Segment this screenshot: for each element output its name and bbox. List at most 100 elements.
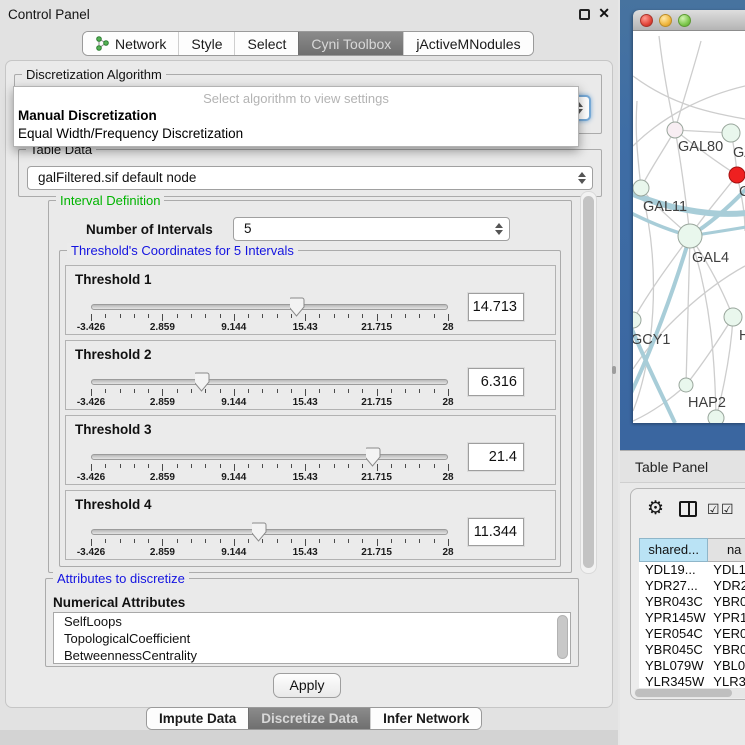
table-cell: YPR145W (639, 610, 708, 626)
network-view[interactable]: GAL80GACGAL11GAL4GCY1HHAP2 (633, 31, 745, 423)
table-row[interactable]: YER054CYER0 (639, 626, 745, 642)
table-row[interactable]: YDR27...YDR2 (639, 578, 745, 594)
attribute-item-betweennesscentrality[interactable]: BetweennessCentrality (54, 647, 570, 664)
slider-tick (419, 314, 420, 318)
threshold-value-field[interactable]: 6.316 (468, 368, 524, 396)
node-label-gal11: GAL11 (643, 199, 687, 215)
slider-tick-label: -3.426 (77, 472, 105, 483)
slider-tick-label: -3.426 (77, 322, 105, 333)
zoom-traffic-light-icon[interactable] (678, 14, 691, 27)
network-node[interactable] (724, 308, 742, 326)
slider-tick (419, 389, 420, 393)
tab-style[interactable]: Style (178, 32, 234, 55)
slider-tick (391, 539, 392, 543)
slider-tick (220, 389, 221, 393)
bottom-tab-label: Impute Data (159, 711, 236, 726)
column-header-1[interactable]: shared... (639, 538, 708, 562)
table-hscrollbar-thumb[interactable] (635, 689, 732, 697)
table-row[interactable]: YBR043CYBR0 (639, 594, 745, 610)
network-node[interactable] (633, 180, 649, 196)
tab-label: Cyni Toolbox (311, 36, 391, 52)
network-node[interactable] (679, 378, 693, 392)
slider-tick-label: 15.43 (293, 397, 318, 408)
table-hscrollbar[interactable] (634, 688, 745, 698)
node-table[interactable]: shared...na YDL19...YDL1YDR27...YDR2YBR0… (639, 538, 745, 688)
table-panel-header: Table Panel (620, 450, 745, 483)
bottom-tab-discretize-data[interactable]: Discretize Data (248, 708, 370, 729)
slider-tick-label: 28 (442, 322, 453, 333)
attribute-item-topologicalcoefficient[interactable]: TopologicalCoefficient (54, 630, 570, 647)
float-window-icon[interactable] (579, 9, 590, 20)
slider-tick (177, 539, 178, 543)
slider-tick-label: 15.43 (293, 322, 318, 333)
attributes-scrollbar-thumb[interactable] (557, 615, 568, 659)
slider-handle[interactable] (252, 522, 267, 542)
close-traffic-light-icon[interactable] (640, 14, 653, 27)
settings-scrollbar[interactable] (580, 191, 597, 574)
threshold-slider[interactable]: -3.4262.8599.14415.4321.71528 (91, 266, 448, 336)
popup-item-equal-width-frequency-discretization[interactable]: Equal Width/Frequency Discretization (18, 126, 243, 141)
network-node[interactable] (708, 410, 724, 423)
network-node[interactable] (729, 167, 745, 183)
column-header-2[interactable]: na (708, 538, 745, 562)
table-cell: YBR045C (639, 642, 708, 658)
network-node[interactable] (667, 122, 683, 138)
slider-tick (91, 539, 92, 546)
table-row[interactable]: YDL19...YDL1 (639, 562, 745, 578)
network-node[interactable] (722, 124, 740, 142)
attribute-item-selfloops[interactable]: SelfLoops (54, 613, 570, 630)
network-node[interactable] (633, 312, 641, 328)
threshold-slider[interactable]: -3.4262.8599.14415.4321.71528 (91, 416, 448, 486)
network-node[interactable] (678, 224, 702, 248)
slider-handle[interactable] (195, 372, 210, 392)
threshold-slider[interactable]: -3.4262.8599.14415.4321.71528 (91, 491, 448, 561)
slider-tick-label: -3.426 (77, 397, 105, 408)
slider-tick (334, 314, 335, 318)
slider-track[interactable] (91, 379, 448, 385)
bottom-tab-infer-network[interactable]: Infer Network (370, 708, 481, 729)
close-icon[interactable]: ✕ (598, 5, 610, 22)
slider-handle[interactable] (366, 447, 381, 467)
checkbox-icon[interactable]: ☑ (721, 501, 734, 518)
table-row[interactable]: YPR145WYPR1 (639, 610, 745, 626)
tab-network[interactable]: Network (83, 32, 178, 55)
bottom-tab-label: Infer Network (383, 711, 469, 726)
table-panel-title: Table Panel (635, 459, 708, 475)
number-of-intervals-combo[interactable]: 5 (233, 217, 510, 241)
minimize-traffic-light-icon[interactable] (659, 14, 672, 27)
tab-jactivemnodules[interactable]: jActiveMNodules (403, 32, 532, 55)
slider-tick-label: 15.43 (293, 547, 318, 558)
algorithm-popup-prompt: Select algorithm to view settings (14, 91, 578, 106)
slider-tick (348, 389, 349, 393)
table-data-combo[interactable]: galFiltered.sif default node (27, 166, 593, 190)
threshold-value-field[interactable]: 21.4 (468, 443, 524, 471)
slider-track[interactable] (91, 454, 448, 460)
bottom-tab-impute-data[interactable]: Impute Data (147, 708, 248, 729)
split-pane-grip[interactable] (612, 366, 616, 374)
threshold-box-2: Threshold 2-3.4262.8599.14415.4321.71528… (65, 340, 556, 410)
table-row[interactable]: YBL079WYBL0 (639, 658, 745, 674)
slider-tick (405, 464, 406, 468)
settings-scrollbar-thumb[interactable] (583, 196, 594, 568)
table-row[interactable]: YBR045CYBR0 (639, 642, 745, 658)
popup-item-manual-discretization[interactable]: Manual Discretization (18, 108, 157, 123)
slider-tick (262, 464, 263, 468)
threshold-slider[interactable]: -3.4262.8599.14415.4321.71528 (91, 341, 448, 411)
slider-tick (277, 314, 278, 318)
table-cell: YBL0 (708, 658, 745, 674)
checkbox-icon[interactable]: ☑ (707, 501, 720, 518)
threshold-value-field[interactable]: 14.713 (468, 293, 524, 321)
slider-handle[interactable] (290, 297, 305, 317)
threshold-value-field[interactable]: 11.344 (468, 518, 524, 546)
network-window-titlebar[interactable] (633, 10, 745, 31)
network-window: GAL80GACGAL11GAL4GCY1HHAP2 (633, 10, 745, 423)
tab-cyni-toolbox[interactable]: Cyni Toolbox (298, 32, 403, 55)
apply-button[interactable]: Apply (273, 673, 341, 698)
tab-select[interactable]: Select (234, 32, 298, 55)
column-view-icon[interactable] (679, 501, 697, 517)
slider-track[interactable] (91, 304, 448, 310)
table-row[interactable]: YLR345WYLR3 (639, 674, 745, 688)
numerical-attributes-list[interactable]: SelfLoopsTopologicalCoefficientBetweenne… (53, 612, 571, 664)
slider-track[interactable] (91, 529, 448, 535)
gear-icon[interactable]: ⚙ (647, 498, 664, 520)
